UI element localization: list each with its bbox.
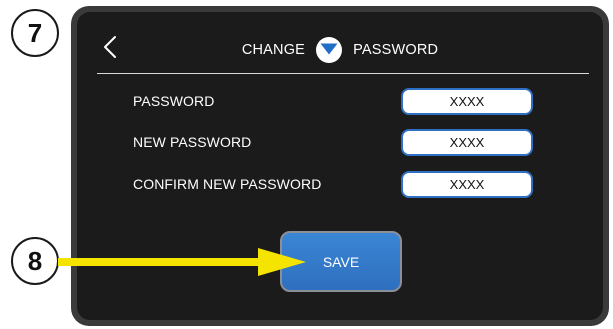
new-password-label: NEW PASSWORD [133, 134, 252, 150]
save-button-label: SAVE [322, 253, 360, 270]
step-callout-7: 7 [11, 9, 59, 57]
password-label: PASSWORD [133, 93, 215, 109]
pointer-arrow-icon [58, 248, 306, 276]
annotated-screenshot: 7 8 CHANGE PASSWORD PASSWORD XXXX NEW PA… [0, 0, 613, 329]
confirm-new-password-label: CONFIRM NEW PASSWORD [133, 176, 322, 192]
header-divider [97, 73, 589, 74]
step-number: 7 [27, 17, 43, 48]
new-password-value: XXXX [449, 135, 485, 150]
password-field[interactable]: XXXX [401, 88, 533, 115]
confirm-new-password-value: XXXX [449, 177, 485, 192]
title-right: PASSWORD [353, 42, 439, 58]
new-password-field[interactable]: XXXX [401, 129, 533, 156]
brand-logo-icon [315, 36, 343, 64]
confirm-new-password-field[interactable]: XXXX [401, 171, 533, 198]
device-frame: CHANGE PASSWORD PASSWORD XXXX NEW PASSWO… [71, 6, 609, 326]
password-value: XXXX [449, 94, 485, 109]
step-callout-8: 8 [11, 237, 59, 285]
step-number: 8 [27, 245, 43, 276]
page-title: CHANGE PASSWORD [77, 34, 603, 66]
title-left: CHANGE [241, 42, 306, 58]
